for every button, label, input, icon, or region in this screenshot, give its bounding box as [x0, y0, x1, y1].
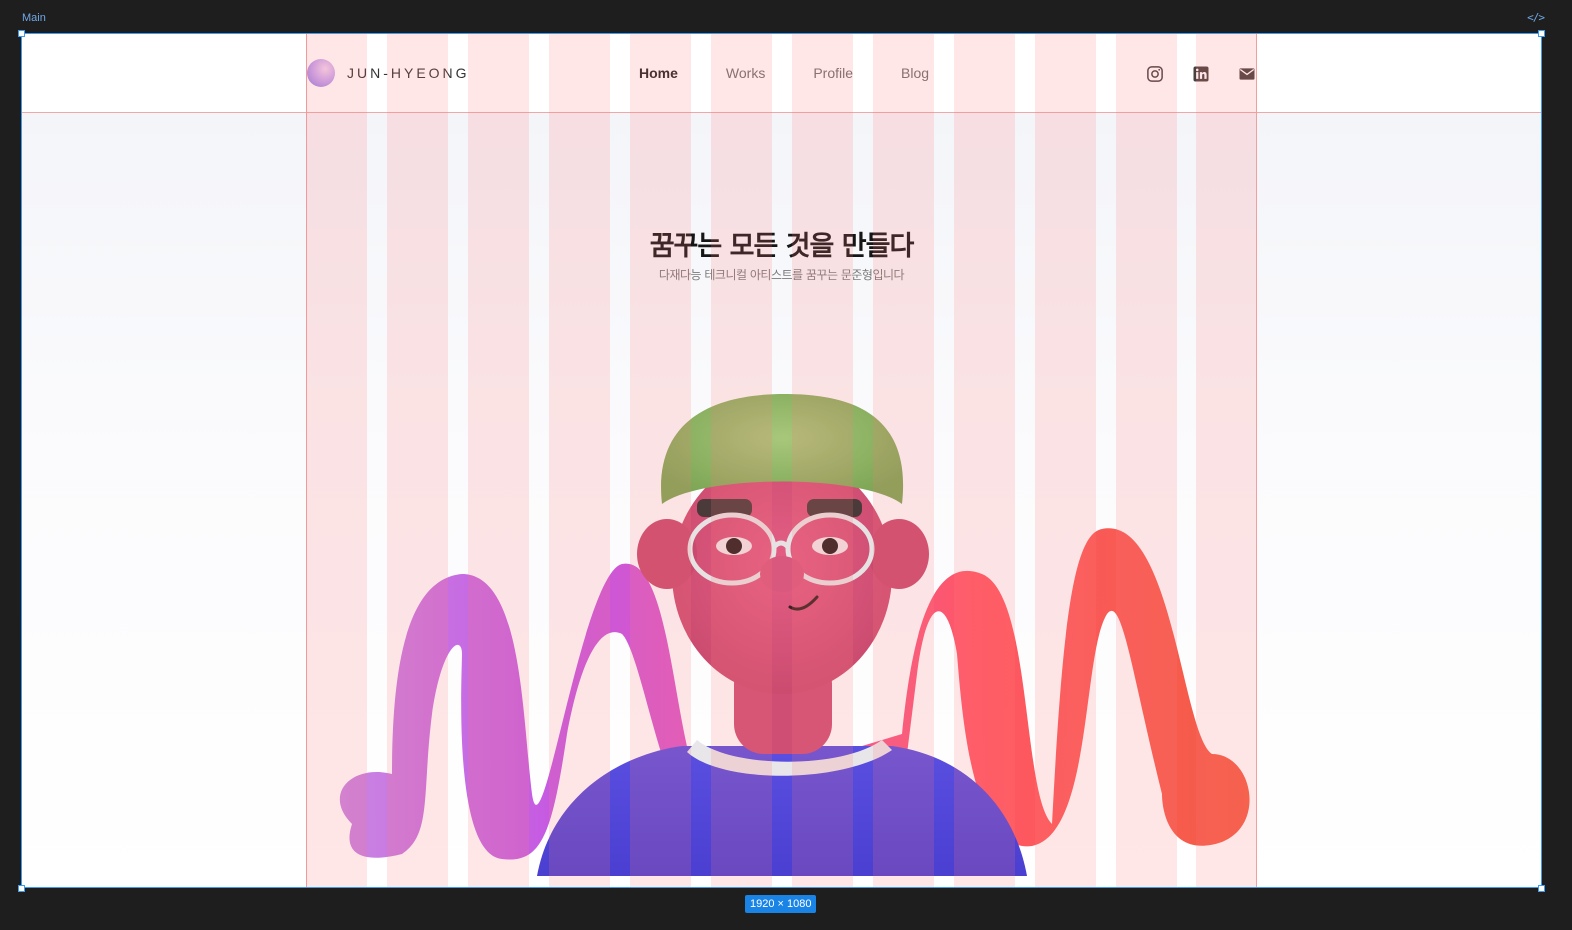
ear-right [869, 519, 929, 589]
main-nav: Home Works Profile Blog [639, 65, 977, 81]
resize-handle-top-left[interactable] [18, 30, 25, 37]
hero-illustration [339, 394, 1250, 876]
resize-handle-bottom-right[interactable] [1538, 885, 1545, 892]
pupil-right [822, 538, 838, 554]
instagram-icon[interactable] [1144, 63, 1166, 85]
hero-title: 꿈꾸는 모든 것을 만들다 [649, 231, 915, 262]
hero-subtitle: 다재다능 테크니컬 아티스트를 꿈꾸는 문준형입니다 [658, 268, 905, 282]
nav-home[interactable]: Home [639, 65, 678, 81]
logo-mark-icon [307, 59, 335, 87]
nav-blog[interactable]: Blog [901, 65, 929, 81]
nav-profile[interactable]: Profile [813, 65, 853, 81]
main-frame[interactable]: JUN-HYEONG Home Works Profile Blog 꿈꾸는 모… [21, 33, 1542, 888]
logo[interactable]: JUN-HYEONG [307, 59, 470, 87]
social-links [1144, 63, 1282, 85]
logo-text: JUN-HYEONG [347, 65, 470, 81]
header-divider [22, 112, 1541, 113]
frame-label[interactable]: Main [22, 12, 46, 24]
site-header: JUN-HYEONG Home Works Profile Blog [22, 34, 1541, 113]
pupil-left [726, 538, 742, 554]
code-view-icon[interactable]: </> [1527, 11, 1545, 24]
nose [760, 556, 804, 592]
resize-handle-top-right[interactable] [1538, 30, 1545, 37]
mail-icon[interactable] [1236, 63, 1258, 85]
resize-handle-bottom-left[interactable] [18, 885, 25, 892]
nav-works[interactable]: Works [726, 65, 765, 81]
design-canvas: Main </> JUN-HYEONG Home Works Profile B… [0, 0, 1572, 930]
linkedin-icon[interactable] [1190, 63, 1212, 85]
frame-size-badge: 1920 × 1080 [745, 895, 817, 913]
